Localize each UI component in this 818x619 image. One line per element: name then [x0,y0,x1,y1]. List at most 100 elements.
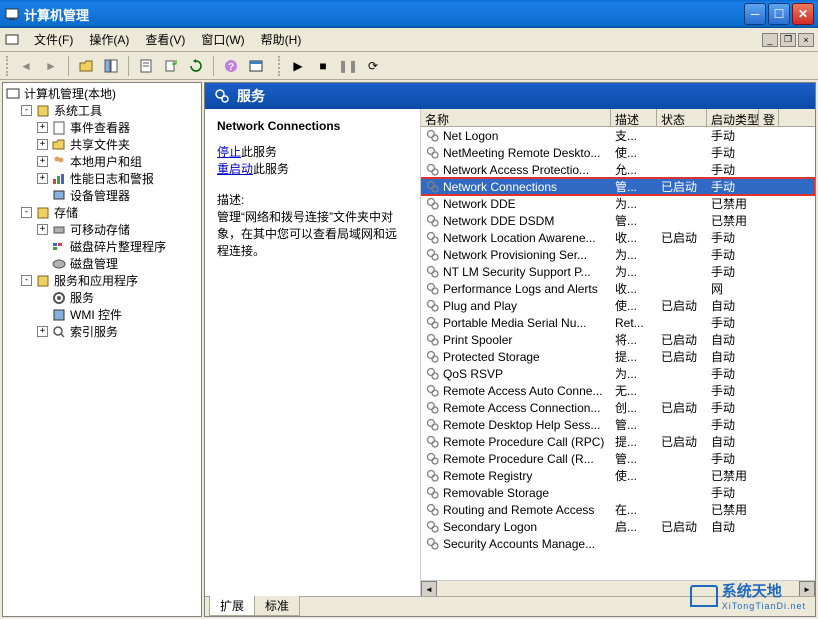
svc-desc: 收... [611,229,657,246]
gear-icon [423,451,439,467]
service-row[interactable]: Remote Procedure Call (RPC)提...已启动自动 [421,433,815,450]
menu-file[interactable]: 文件(F) [26,29,81,50]
forward-button[interactable]: ► [40,55,62,77]
menu-view[interactable]: 查看(V) [137,29,193,50]
tree-services-apps[interactable]: -服务和应用程序 [5,272,199,289]
service-row[interactable]: Portable Media Serial Nu...Ret...手动 [421,314,815,331]
service-row[interactable]: Remote Access Connection...创...已启动手动 [421,399,815,416]
col-name[interactable]: 名称 [421,109,611,126]
stop-link[interactable]: 停止 [217,145,241,159]
service-row[interactable]: NT LM Security Support P...为...手动 [421,263,815,280]
tree-defrag[interactable]: 磁盘碎片整理程序 [5,238,199,255]
show-hide-button[interactable] [100,55,122,77]
minimize-button[interactable]: ─ [744,3,766,25]
tree-disk-mgmt[interactable]: 磁盘管理 [5,255,199,272]
service-row[interactable]: Print Spooler将...已启动自动 [421,331,815,348]
service-row[interactable]: Removable Storage手动 [421,484,815,501]
gear-icon [423,247,439,263]
service-row[interactable]: Secondary Logon启...已启动自动 [421,518,815,535]
col-startup[interactable]: 启动类型 [707,109,759,126]
refresh-button[interactable] [185,55,207,77]
tab-extended[interactable]: 扩展 [209,596,255,616]
tree-root[interactable]: 计算机管理(本地) [5,85,199,102]
tree-device-mgr[interactable]: 设备管理器 [5,187,199,204]
service-row[interactable]: Network Connections管...已启动手动 [421,178,815,195]
maximize-button[interactable]: ☐ [768,3,790,25]
service-row[interactable]: Network Provisioning Ser...为...手动 [421,246,815,263]
svc-name: Removable Storage [441,486,551,500]
svc-name: Remote Access Connection... [441,401,602,415]
mdi-close[interactable]: × [798,33,814,47]
h-scrollbar[interactable]: ◄ ► [421,580,815,596]
service-row[interactable]: Remote Desktop Help Sess...管...手动 [421,416,815,433]
tree-system-tools[interactable]: -系统工具 [5,102,199,119]
svc-desc: 为... [611,195,657,212]
service-row[interactable]: Remote Registry使...已禁用 [421,467,815,484]
col-desc[interactable]: 描述 [611,109,657,126]
service-row[interactable]: Network DDE为...已禁用 [421,195,815,212]
close-button[interactable]: ✕ [792,3,814,25]
start-service-button[interactable]: ▶ [287,55,309,77]
tab-standard[interactable]: 标准 [254,596,300,616]
mdi-minimize[interactable]: _ [762,33,778,47]
service-row[interactable]: Network DDE DSDM管...已禁用 [421,212,815,229]
tree-perf-logs[interactable]: +性能日志和警报 [5,170,199,187]
back-button[interactable]: ◄ [15,55,37,77]
toolbar-grip [6,56,9,76]
app-icon [4,6,20,22]
service-row[interactable]: NetMeeting Remote Deskto...使...手动 [421,144,815,161]
service-row[interactable]: QoS RSVP为...手动 [421,365,815,382]
scroll-track[interactable] [437,581,799,596]
export-button[interactable] [160,55,182,77]
svc-startup: 手动 [707,127,759,144]
window-button[interactable] [245,55,267,77]
tree-storage[interactable]: -存储 [5,204,199,221]
tree-removable[interactable]: +可移动存储 [5,221,199,238]
svc-desc: Ret... [611,316,657,330]
svc-desc: 收... [611,280,657,297]
pause-service-button[interactable]: ❚❚ [337,55,359,77]
col-status[interactable]: 状态 [657,109,707,126]
menu-help[interactable]: 帮助(H) [253,29,310,50]
service-row[interactable]: Protected Storage提...已启动自动 [421,348,815,365]
tree-local-users[interactable]: +本地用户和组 [5,153,199,170]
service-row[interactable]: Routing and Remote Access在...已禁用 [421,501,815,518]
service-row[interactable]: Remote Access Auto Conne...无...手动 [421,382,815,399]
svc-name: Network DDE DSDM [441,214,556,228]
tree-shared-folders[interactable]: +共享文件夹 [5,136,199,153]
service-row[interactable]: Remote Procedure Call (R...管...手动 [421,450,815,467]
tree-indexing[interactable]: +索引服务 [5,323,199,340]
scroll-right[interactable]: ► [799,581,815,596]
svc-name: QoS RSVP [441,367,505,381]
service-row[interactable]: Net Logon支...手动 [421,127,815,144]
service-row[interactable]: Network Access Protectio...允...手动 [421,161,815,178]
service-row[interactable]: Performance Logs and Alerts收...网 [421,280,815,297]
mdi-restore[interactable]: ❐ [780,33,796,47]
service-row[interactable]: Security Accounts Manage... [421,535,815,552]
svc-startup: 手动 [707,229,759,246]
menu-window[interactable]: 窗口(W) [193,29,252,50]
tree-wmi[interactable]: WMI 控件 [5,306,199,323]
properties-button[interactable] [135,55,157,77]
list-body[interactable]: Net Logon支...手动NetMeeting Remote Deskto.… [421,127,815,580]
stop-service-button[interactable]: ■ [312,55,334,77]
up-button[interactable] [75,55,97,77]
restart-link[interactable]: 重启动 [217,162,253,176]
help-button[interactable]: ? [220,55,242,77]
svc-status: 已启动 [657,433,707,450]
service-row[interactable]: Plug and Play使...已启动自动 [421,297,815,314]
gear-icon [423,162,439,178]
menu-action[interactable]: 操作(A) [81,29,137,50]
service-row[interactable]: Network Location Awarene...收...已启动手动 [421,229,815,246]
tree-event-viewer[interactable]: +事件查看器 [5,119,199,136]
navigation-tree[interactable]: 计算机管理(本地) -系统工具 +事件查看器 +共享文件夹 +本地用户和组 +性… [2,82,202,617]
mdi-controls: _ ❐ × [760,33,814,47]
scroll-left[interactable]: ◄ [421,581,437,596]
gear-icon [423,485,439,501]
col-logon[interactable]: 登 [759,109,779,126]
tree-services[interactable]: 服务 [5,289,199,306]
svc-name: Remote Access Auto Conne... [441,384,604,398]
restart-service-button[interactable]: ⟳ [362,55,384,77]
svc-name: Security Accounts Manage... [441,537,597,551]
svc-desc: 管... [611,212,657,229]
